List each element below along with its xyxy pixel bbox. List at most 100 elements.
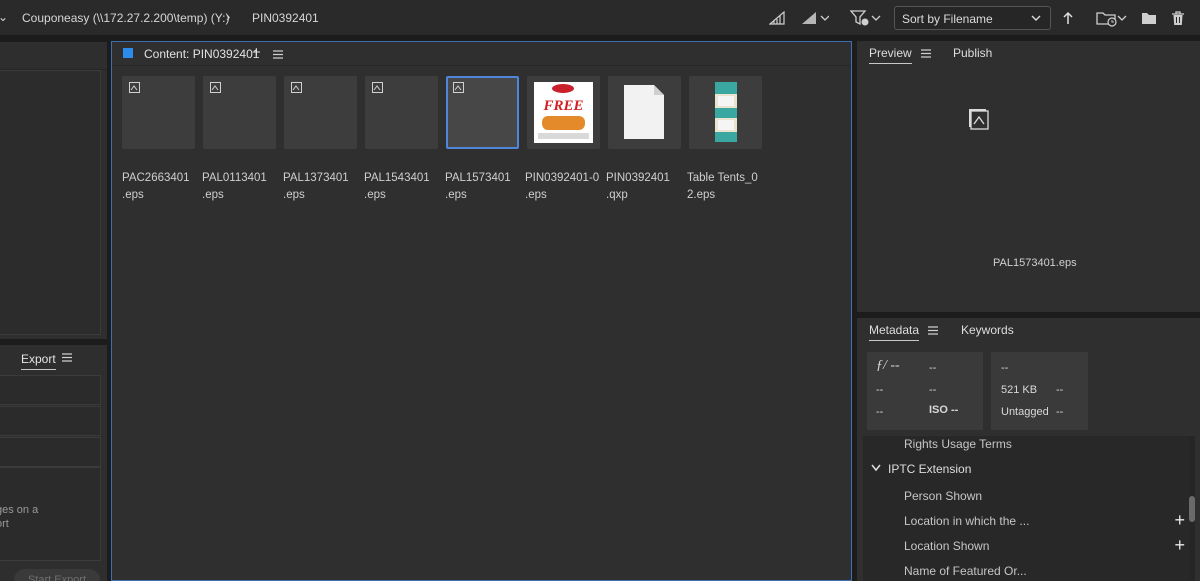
logo-image	[552, 84, 574, 93]
shutter-value: --	[929, 362, 937, 374]
file-thumbnail[interactable]	[122, 76, 195, 149]
new-folder-icon[interactable]	[1140, 8, 1158, 28]
add-location-icon[interactable]: +	[1174, 536, 1185, 554]
missing-preview-icon	[969, 109, 989, 130]
export-hint-line: ges on a	[0, 504, 39, 516]
tab-metadata[interactable]: Metadata	[869, 323, 920, 341]
field-rights-usage-terms[interactable]: Rights Usage Terms	[904, 437, 1012, 451]
file-thumbnail[interactable]	[284, 76, 357, 149]
sort-ascending-icon[interactable]	[1060, 8, 1076, 28]
file-name-line: PIN0392401-0	[525, 172, 600, 184]
missing-preview-icon	[372, 82, 383, 93]
field-location-shown[interactable]: Location Shown	[904, 539, 989, 553]
file-data-box: -- 521 KB -- Untagged --	[991, 352, 1088, 430]
food-image	[542, 116, 585, 130]
metadata-panel: Metadata Keywords ƒ/ -- -- -- -- -- ISO …	[857, 318, 1200, 581]
document-icon	[624, 85, 664, 139]
missing-preview-icon	[210, 82, 221, 93]
thumbnail-quality-icon[interactable]	[768, 8, 786, 28]
left-top-panel	[0, 42, 107, 339]
file-name[interactable]: PIN0392401 .qxp	[606, 170, 682, 204]
field-featured-organisation[interactable]: Name of Featured Or...	[904, 564, 1027, 578]
preview-panel: Preview Publish PAL1573401.eps	[857, 41, 1200, 312]
export-preset-row[interactable]	[0, 437, 101, 467]
file-name-line: 2.eps	[687, 189, 716, 201]
dimensions-value: --	[1001, 362, 1009, 374]
file-name[interactable]: PAL1573401 .eps	[445, 170, 521, 204]
recent-folders-icon[interactable]	[1096, 8, 1128, 28]
breadcrumb-folder[interactable]: PIN0392401	[252, 11, 319, 25]
section-iptc-extension[interactable]: IPTC Extension	[888, 462, 971, 476]
sort-label: Sort by Filename	[902, 12, 993, 26]
content-title: Content: PIN0392401	[144, 47, 260, 61]
breadcrumb-separator-icon: ›	[226, 9, 231, 24]
coupon-headline: FREE	[543, 98, 584, 114]
top-bar: ⌄ Couponeasy (\\172.27.2.200\temp) (Y:) …	[0, 0, 1200, 36]
file-name[interactable]: Table Tents_0 2.eps	[687, 170, 763, 204]
tab-preview[interactable]: Preview	[869, 46, 912, 64]
field-person-shown[interactable]: Person Shown	[904, 489, 982, 503]
panel-menu-icon[interactable]	[62, 353, 72, 362]
export-preset-row[interactable]	[0, 375, 101, 405]
file-name-line: .eps	[364, 189, 386, 201]
export-panel: Export ges on a ort	[0, 345, 107, 581]
focal-value: --	[876, 406, 884, 418]
start-export-button[interactable]: Start Export	[14, 569, 100, 581]
color-mode-value: --	[1056, 406, 1064, 418]
file-name[interactable]: PIN0392401-0 .eps	[525, 170, 601, 204]
file-name-line: PAL0113401	[202, 172, 267, 184]
missing-preview-icon	[129, 82, 140, 93]
panel-menu-icon[interactable]	[273, 50, 283, 59]
exposure-value: --	[876, 384, 884, 396]
metadata-fields-list: Rights Usage Terms IPTC Extension Person…	[863, 436, 1189, 581]
file-name[interactable]: PAC2663401 .eps	[122, 170, 198, 204]
export-preset-row[interactable]	[0, 406, 101, 436]
delete-icon[interactable]	[1170, 8, 1186, 28]
panel-menu-icon[interactable]	[921, 49, 931, 58]
filter-items-icon[interactable]	[850, 8, 882, 28]
export-hint-line: ort	[0, 518, 9, 530]
content-panel: Content: PIN0392401 + FREE PAC2663401 .e…	[111, 41, 852, 581]
star-rating-filter-icon[interactable]	[800, 8, 830, 28]
coupon-image: FREE	[534, 82, 593, 143]
file-name-line: .eps	[122, 189, 144, 201]
file-name-line: .eps	[202, 189, 224, 201]
metering-value: --	[929, 384, 937, 396]
file-name-line: .eps	[525, 189, 547, 201]
file-thumbnail-selected[interactable]	[446, 76, 519, 149]
file-thumbnail[interactable]	[203, 76, 276, 149]
color-profile-value: Untagged	[1001, 406, 1049, 418]
fine-print	[538, 133, 589, 139]
tab-export[interactable]: Export	[21, 352, 56, 370]
add-location-icon[interactable]: +	[1174, 511, 1185, 529]
file-name[interactable]: PAL1543401 .eps	[364, 170, 440, 204]
file-name[interactable]: PAL1373401 .eps	[283, 170, 359, 204]
file-thumbnail[interactable]: FREE	[527, 76, 600, 149]
file-thumbnail[interactable]	[689, 76, 762, 149]
sort-dropdown[interactable]: Sort by Filename	[894, 6, 1051, 30]
field-location-in-which[interactable]: Location in which the ...	[904, 514, 1029, 528]
add-tab-icon[interactable]: +	[252, 44, 261, 61]
file-thumbnail[interactable]	[608, 76, 681, 149]
file-thumbnail[interactable]	[365, 76, 438, 149]
chevron-down-icon	[1031, 15, 1041, 21]
missing-preview-icon	[453, 82, 464, 93]
chevron-down-icon[interactable]	[871, 464, 881, 472]
file-name-line: PAL1543401	[364, 172, 430, 184]
breadcrumb-drive[interactable]: Couponeasy (\\172.27.2.200\temp) (Y:)	[22, 11, 229, 25]
tab-keywords[interactable]: Keywords	[961, 323, 1014, 337]
file-name-line: Table Tents_0	[687, 172, 758, 184]
export-hint-text: ges on a ort	[0, 503, 96, 531]
iso-value: ISO --	[929, 404, 959, 416]
file-name-line: PAL1573401	[445, 172, 511, 184]
aperture-value: ƒ/ --	[876, 358, 900, 373]
camera-data-box: ƒ/ -- -- -- -- -- ISO --	[867, 352, 983, 430]
scrollbar-thumb[interactable]	[1189, 496, 1195, 522]
metadata-scrollbar[interactable]	[1189, 436, 1195, 581]
chevron-down-icon[interactable]: ⌄	[0, 10, 8, 24]
file-name[interactable]: PAL0113401 .eps	[202, 170, 278, 204]
file-size-value: 521 KB	[1001, 384, 1038, 396]
tab-publish[interactable]: Publish	[953, 46, 992, 60]
left-top-panel-header	[0, 42, 107, 70]
panel-menu-icon[interactable]	[928, 326, 938, 335]
